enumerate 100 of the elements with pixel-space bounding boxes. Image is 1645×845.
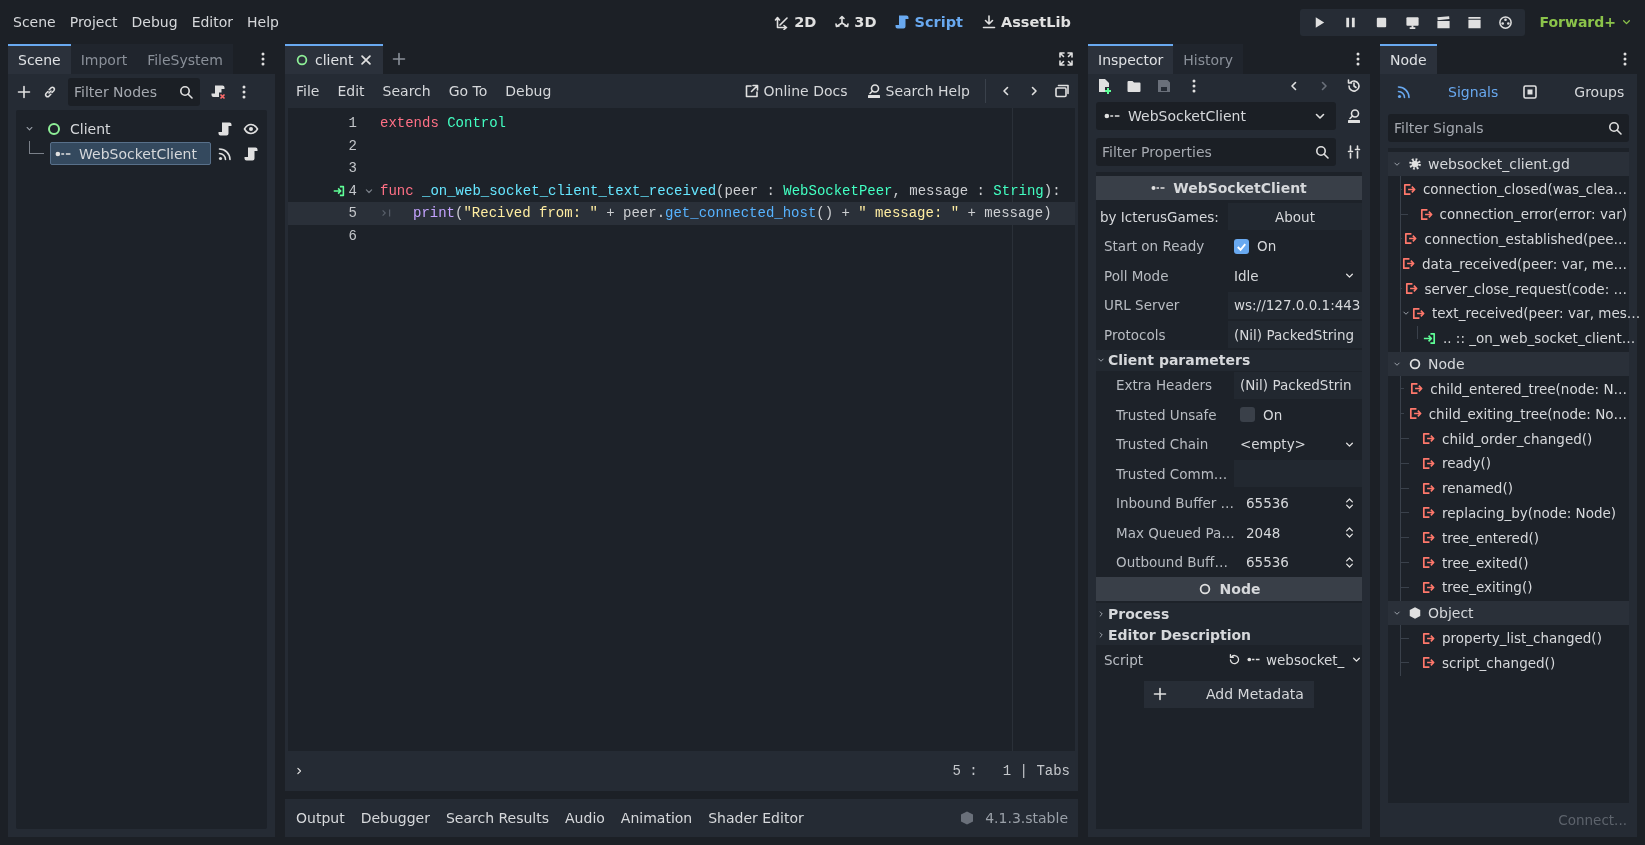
connection-item[interactable]: .. :: _on_web_socket_client… xyxy=(1422,330,1638,347)
scroll-icon[interactable] xyxy=(243,145,259,162)
panel-tab[interactable]: Debugger xyxy=(353,806,437,830)
mode-tab[interactable]: Groups xyxy=(1514,84,1633,100)
add-metadata-button[interactable]: Add Metadata xyxy=(1144,680,1314,708)
workspace-tab[interactable]: 2D xyxy=(768,10,823,34)
add-icon[interactable] xyxy=(16,84,32,100)
history-icon[interactable] xyxy=(1346,78,1362,94)
dock-tab[interactable]: Scene xyxy=(8,44,71,74)
signal-item[interactable]: data_received(peer: var, me… xyxy=(1401,255,1629,272)
scroll-icon[interactable] xyxy=(217,120,233,137)
signal-icon[interactable] xyxy=(217,145,233,162)
checkbox[interactable]: On xyxy=(1234,401,1362,429)
property-group[interactable]: Client parameters xyxy=(1096,349,1362,371)
add-tab-icon[interactable] xyxy=(391,51,408,67)
menu-item[interactable]: Editor xyxy=(184,10,241,34)
signal-item[interactable]: tree_exiting() xyxy=(1421,579,1535,596)
tree-item[interactable]: Client xyxy=(41,117,211,140)
dock-tab[interactable]: Inspector xyxy=(1088,44,1174,74)
signal-item[interactable]: script_changed() xyxy=(1421,654,1558,671)
dock-tab[interactable]: History xyxy=(1173,44,1244,74)
link-icon[interactable] xyxy=(42,84,58,100)
text-field[interactable]: (Nil) PackedStrin xyxy=(1234,371,1362,399)
signal-item[interactable]: tree_entered() xyxy=(1421,529,1542,546)
file-tab[interactable]: client xyxy=(285,44,384,74)
menu-item[interactable]: Scene xyxy=(6,10,63,34)
class-header[interactable]: websocket_client.gd xyxy=(1388,152,1629,176)
workspace-tab[interactable]: 3D xyxy=(828,10,883,34)
checkbox[interactable]: On xyxy=(1228,232,1362,260)
script-remove-icon[interactable] xyxy=(210,84,226,100)
menu-item[interactable]: Help xyxy=(240,10,286,34)
number-field[interactable]: 65536 xyxy=(1234,548,1362,576)
property-group[interactable]: Editor Description xyxy=(1096,624,1362,645)
signal-item[interactable]: connection_error(error: var) xyxy=(1418,206,1629,223)
signal-item[interactable]: tree_exited() xyxy=(1421,554,1531,571)
signal-item[interactable]: child_order_changed() xyxy=(1421,430,1595,447)
panel-tab[interactable]: Search Results xyxy=(438,806,557,830)
signal-item[interactable]: text_received(peer: var, mes… xyxy=(1411,305,1643,322)
signal-item[interactable]: property_list_changed() xyxy=(1421,630,1604,647)
panel-tab[interactable]: Shader Editor xyxy=(701,806,811,830)
mode-tab[interactable]: Signals xyxy=(1388,84,1507,100)
docs-icon[interactable] xyxy=(1346,108,1362,124)
object-selector[interactable]: WebSocketClient xyxy=(1096,102,1336,130)
menu-item[interactable]: Debug xyxy=(124,10,185,34)
signal-item[interactable]: replacing_by(node: Node) xyxy=(1421,504,1619,521)
close-icon[interactable] xyxy=(359,53,374,67)
link-button[interactable]: Search Help xyxy=(858,79,977,103)
save-icon[interactable] xyxy=(1156,78,1172,94)
menu-item[interactable]: File xyxy=(289,79,327,103)
dropdown[interactable]: Idle xyxy=(1228,262,1362,290)
signal-item[interactable]: ready() xyxy=(1421,455,1493,472)
signal-item[interactable]: child_entered_tree(node: N… xyxy=(1409,380,1629,397)
stepper-icon xyxy=(1343,496,1356,510)
signal-item[interactable]: renamed() xyxy=(1421,480,1515,497)
property-group[interactable]: Process xyxy=(1096,603,1362,624)
menu-item[interactable]: Debug xyxy=(498,79,559,103)
new-file-icon[interactable] xyxy=(1096,78,1112,94)
tools-icon[interactable] xyxy=(1346,144,1362,160)
monitor-icon[interactable] xyxy=(1405,14,1421,30)
text-field[interactable]: ws://127.0.0.1:443 xyxy=(1228,291,1362,319)
menu-item[interactable]: Search xyxy=(375,79,438,103)
class-header[interactable]: Node xyxy=(1388,351,1629,376)
filter-field[interactable]: Filter Properties xyxy=(1096,138,1336,166)
renderer-dropdown[interactable]: Forward+ xyxy=(1533,14,1639,30)
number-field[interactable]: 2048 xyxy=(1234,519,1362,547)
filter-field[interactable]: Filter Nodes xyxy=(68,78,200,106)
link-button[interactable]: Online Docs xyxy=(736,79,855,103)
panel-tab[interactable]: Output xyxy=(289,806,352,830)
signal-item[interactable]: server_close_request(code: … xyxy=(1403,280,1629,297)
reset-icon[interactable] xyxy=(1228,653,1241,667)
signal-item[interactable]: connection_established(pee… xyxy=(1403,231,1629,247)
connection-icon[interactable] xyxy=(331,183,346,198)
signal-item[interactable]: child_exiting_tree(node: No… xyxy=(1407,405,1629,422)
signal-item[interactable]: connection_closed(was_clea… xyxy=(1401,181,1629,198)
signal-icon xyxy=(1409,381,1425,397)
fullscreen-icon[interactable] xyxy=(1058,51,1074,67)
panel-tab[interactable]: Audio xyxy=(558,806,612,830)
workspace-tab[interactable]: AssetLib xyxy=(974,10,1077,34)
about-button[interactable]: About xyxy=(1228,203,1362,231)
dock-tab[interactable]: FileSystem xyxy=(137,44,233,74)
menu-item[interactable]: Project xyxy=(62,10,125,34)
panel-tab[interactable]: Animation xyxy=(613,806,700,830)
clapper-icon[interactable] xyxy=(1467,14,1483,30)
clapper-icon[interactable] xyxy=(1436,14,1452,30)
filter-field[interactable]: Filter Signals xyxy=(1388,114,1629,142)
workspace-tab[interactable]: Script xyxy=(888,10,969,34)
resource-picker[interactable]: websocket_ xyxy=(1228,646,1362,674)
dock-tab[interactable]: Import xyxy=(70,44,138,74)
text-field[interactable]: (Nil) PackedString xyxy=(1228,321,1362,349)
dock-tab[interactable]: Node xyxy=(1380,44,1437,74)
film-reel-icon[interactable] xyxy=(1498,14,1514,30)
class-header[interactable]: Object xyxy=(1388,600,1629,625)
menu-item[interactable]: Go To xyxy=(441,79,495,103)
panel-toggle-icon[interactable] xyxy=(1054,83,1070,99)
tree-item[interactable]: WebSocketClient xyxy=(50,142,211,165)
menu-item[interactable]: Edit xyxy=(330,79,372,103)
number-field[interactable]: 65536 xyxy=(1234,489,1362,517)
folder-icon[interactable] xyxy=(1126,78,1142,94)
line-number: 1 xyxy=(348,115,357,132)
dropdown[interactable]: <empty> xyxy=(1234,430,1362,458)
